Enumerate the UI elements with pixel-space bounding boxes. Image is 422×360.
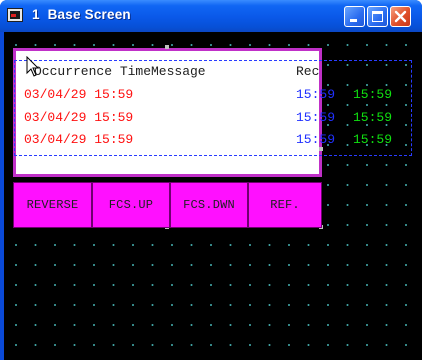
header-message: Message: [151, 64, 206, 79]
reverse-button-label: REVERSE: [26, 198, 79, 212]
row-rec-blue: 15:59: [296, 87, 336, 102]
header-occurrence-time: Occurrence Time: [34, 64, 152, 79]
close-icon: [394, 10, 407, 23]
minimize-icon: [350, 19, 357, 22]
row-time: 03/04/29 15:59: [24, 110, 134, 125]
fcs-down-button[interactable]: FCS.DWN: [170, 182, 248, 228]
title-bar[interactable]: 1 Base Screen: [0, 0, 422, 32]
ref-button-label: REF.: [270, 198, 300, 212]
close-button[interactable]: [390, 6, 411, 27]
reverse-button[interactable]: REVERSE: [13, 182, 92, 228]
fcs-up-button[interactable]: FCS.UP: [92, 182, 170, 228]
row-rec-blue: 15:59: [296, 132, 336, 147]
selection-handle[interactable]: [319, 147, 323, 151]
row-rec-green: 15:59: [353, 110, 393, 125]
base-screen-window: 1 Base Screen Occurrence Time Message Re…: [0, 0, 422, 360]
screen-canvas: Occurrence Time Message Rec 03/04/29 15:…: [4, 32, 422, 360]
window-title: 1 Base Screen: [32, 7, 131, 22]
row-rec-green: 15:59: [353, 132, 393, 147]
fcs-down-button-label: FCS.DWN: [183, 198, 235, 212]
minimize-button[interactable]: [344, 6, 365, 27]
row-time: 03/04/29 15:59: [24, 87, 134, 102]
maximize-button[interactable]: [367, 6, 388, 27]
row-rec-blue: 15:59: [296, 110, 336, 125]
mouse-pointer-icon: [26, 56, 40, 77]
selection-handle[interactable]: [165, 45, 169, 49]
header-rec: Rec: [296, 64, 320, 79]
row-time: 03/04/29 15:59: [24, 132, 134, 147]
fcs-up-button-label: FCS.UP: [108, 198, 154, 212]
row-rec-green: 15:59: [353, 87, 393, 102]
maximize-icon: [372, 11, 383, 22]
screen-icon: [7, 8, 23, 22]
ref-button[interactable]: REF.: [248, 182, 322, 228]
